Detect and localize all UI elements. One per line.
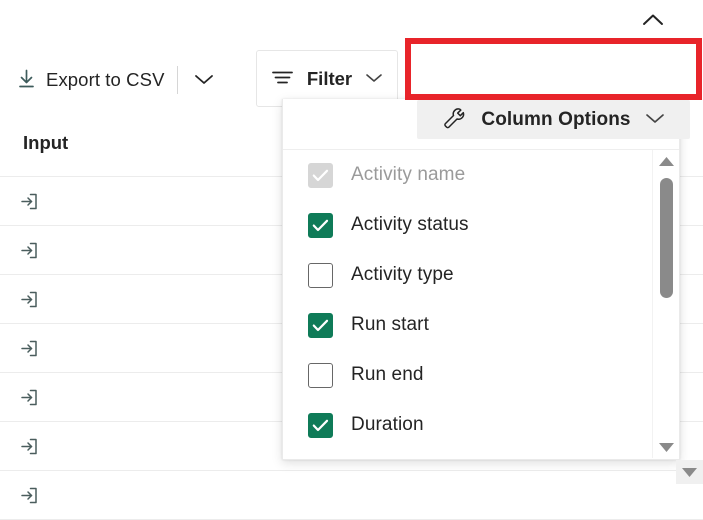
chevron-down-icon bbox=[194, 73, 214, 88]
export-split-button: Export to CSV bbox=[8, 52, 224, 108]
chevron-down-icon bbox=[645, 112, 665, 127]
column-options-button[interactable]: Column Options bbox=[417, 100, 690, 139]
column-option-label: Run end bbox=[351, 364, 424, 386]
checkbox-checked-disabled-icon bbox=[308, 163, 333, 188]
table-row[interactable] bbox=[0, 471, 703, 520]
column-option-activity-status[interactable]: Activity status bbox=[283, 200, 679, 250]
export-to-csv-button[interactable]: Export to CSV bbox=[8, 60, 173, 101]
column-header-input: Input bbox=[23, 132, 68, 154]
column-option-duration[interactable]: Duration bbox=[283, 400, 679, 450]
toolbar-divider bbox=[177, 66, 178, 94]
column-option-run-end[interactable]: Run end bbox=[283, 350, 679, 400]
scroll-down-arrow-icon[interactable] bbox=[653, 436, 680, 458]
filter-lines-icon bbox=[271, 68, 294, 89]
scrollbar-thumb[interactable] bbox=[660, 178, 673, 298]
download-icon bbox=[16, 68, 37, 93]
sign-in-arrow-icon bbox=[16, 286, 42, 312]
chevron-up-icon bbox=[642, 13, 664, 31]
sign-in-arrow-icon bbox=[16, 335, 42, 361]
sign-in-arrow-icon bbox=[16, 237, 42, 263]
column-options-panel: Reset to default Activity name Activity … bbox=[282, 99, 680, 460]
column-option-activity-type[interactable]: Activity type bbox=[283, 250, 679, 300]
column-option-label: Run start bbox=[351, 314, 429, 336]
checkbox-unchecked-icon[interactable] bbox=[308, 363, 333, 388]
checkbox-unchecked-icon[interactable] bbox=[308, 263, 333, 288]
column-option-activity-name: Activity name bbox=[283, 150, 679, 200]
column-option-run-start[interactable]: Run start bbox=[283, 300, 679, 350]
sign-in-arrow-icon bbox=[16, 482, 42, 508]
collapse-panel-button[interactable] bbox=[636, 10, 670, 34]
wrench-icon bbox=[442, 106, 467, 133]
export-to-csv-label: Export to CSV bbox=[46, 69, 165, 91]
filter-label: Filter bbox=[307, 68, 352, 90]
export-options-caret-button[interactable] bbox=[184, 65, 224, 96]
sign-in-arrow-icon bbox=[16, 433, 42, 459]
column-option-label: Activity status bbox=[351, 214, 469, 236]
column-option-label: Activity name bbox=[351, 164, 465, 186]
chevron-down-icon bbox=[365, 71, 383, 86]
sign-in-arrow-icon bbox=[16, 188, 42, 214]
checkbox-checked-icon[interactable] bbox=[308, 413, 333, 438]
page-scroll-down-arrow-icon[interactable] bbox=[676, 460, 703, 484]
column-options-list: Activity name Activity status Activity t… bbox=[283, 150, 679, 458]
column-option-label: Activity type bbox=[351, 264, 454, 286]
checkbox-checked-icon[interactable] bbox=[308, 313, 333, 338]
column-options-scrollbar[interactable] bbox=[652, 150, 679, 458]
sign-in-arrow-icon bbox=[16, 384, 42, 410]
column-options-label: Column Options bbox=[481, 109, 630, 131]
column-option-label: Duration bbox=[351, 414, 424, 436]
checkbox-checked-icon[interactable] bbox=[308, 213, 333, 238]
scroll-up-arrow-icon[interactable] bbox=[653, 150, 680, 172]
